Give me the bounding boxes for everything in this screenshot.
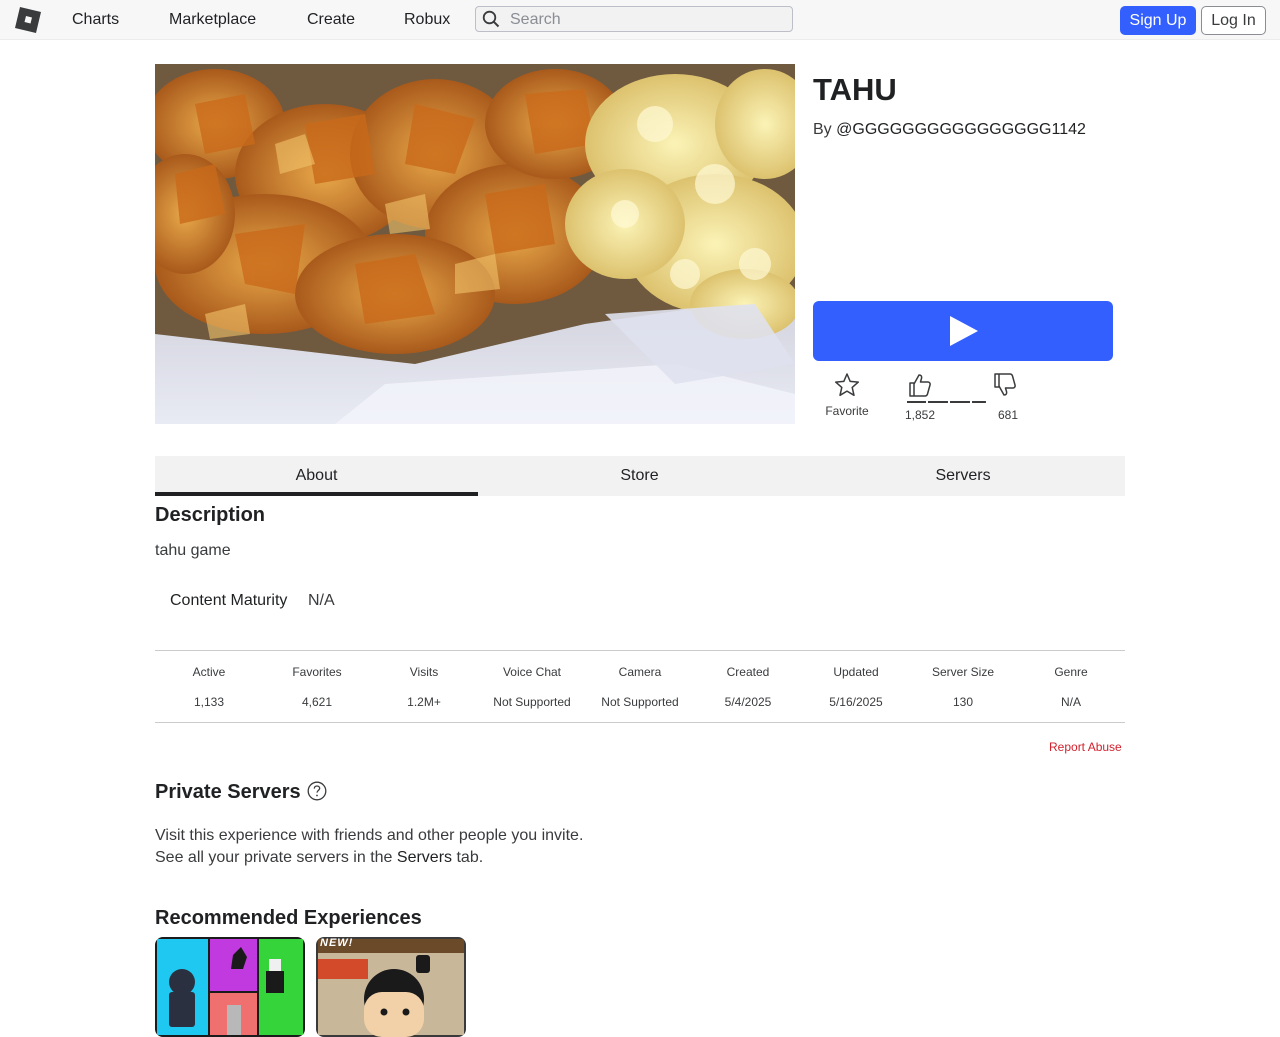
recommended-experience-card[interactable] (155, 937, 305, 1037)
new-badge: NEW! (320, 937, 354, 949)
top-navigation-bar: Charts Marketplace Create Robux Sign Up … (0, 0, 1280, 40)
description-heading: Description (155, 504, 266, 526)
nav-create-link[interactable]: Create (307, 11, 355, 29)
stat-value: 1,133 (193, 695, 225, 709)
help-icon[interactable] (307, 781, 327, 801)
private-servers-line-1: Visit this experience with friends and o… (155, 827, 584, 844)
stat-label: Camera (618, 665, 662, 679)
log-in-button[interactable]: Log In (1201, 6, 1266, 35)
game-thumbnail (155, 64, 795, 424)
line2-text-before: See all your private servers in the (155, 849, 393, 866)
stat-label: Visits (409, 665, 439, 679)
tab-bar: About Store Servers (155, 456, 1125, 496)
stat-label: Genre (1054, 665, 1088, 679)
creator-line: By @GGGGGGGGGGGGGGGG1142 (813, 121, 1086, 139)
stat-label: Active (192, 665, 226, 679)
nav-robux-link[interactable]: Robux (404, 11, 450, 29)
stat-label: Updated (833, 665, 879, 679)
line2-text-after: tab. (456, 849, 484, 866)
recommended-heading: Recommended Experiences (155, 907, 422, 929)
tab-store[interactable]: Store (478, 456, 801, 496)
report-abuse-link[interactable]: Report Abuse (1049, 740, 1122, 754)
stat-value: 4,621 (301, 695, 333, 709)
tab-servers[interactable]: Servers (801, 456, 1125, 496)
creator-link[interactable]: @GGGGGGGGGGGGGGGG1142 (836, 121, 1086, 138)
play-button[interactable] (813, 301, 1113, 361)
play-icon (950, 316, 978, 346)
nav-charts-link[interactable]: Charts (72, 11, 119, 29)
star-icon (834, 373, 860, 397)
experience-thumbnail (155, 937, 305, 1037)
recommended-experience-card[interactable]: NEW! (316, 937, 466, 1037)
stat-label: Voice Chat (502, 665, 562, 679)
servers-tab-reference: Servers (396, 849, 453, 866)
content-maturity-value: N/A (308, 592, 335, 609)
game-stats-table: Active 1,133 Favorites 4,621 Visits 1.2M… (155, 650, 1125, 723)
thumbs-down-icon (994, 373, 1016, 396)
thumbs-up-icon (909, 374, 931, 397)
stat-value: 130 (952, 695, 974, 709)
search-icon (482, 10, 500, 28)
nav-marketplace-link[interactable]: Marketplace (169, 11, 256, 29)
active-tab-indicator (155, 492, 478, 496)
search-input[interactable] (508, 9, 782, 31)
stat-value: 1.2M+ (407, 695, 441, 709)
experience-thumbnail (316, 937, 466, 1037)
by-label: By (813, 121, 832, 138)
stat-label: Created (726, 665, 770, 679)
downvote-button[interactable] (990, 372, 1020, 398)
private-servers-heading: Private Servers (155, 781, 301, 803)
favorite-label: Favorite (825, 404, 869, 418)
sign-up-button[interactable]: Sign Up (1120, 6, 1196, 35)
stat-value: Not Supported (601, 695, 679, 709)
stat-value: Not Supported (493, 695, 571, 709)
roblox-logo-icon[interactable] (14, 6, 42, 34)
stat-label: Favorites (292, 665, 342, 679)
stat-label: Server Size (931, 665, 995, 679)
downvote-count: 681 (997, 408, 1019, 422)
stat-value: 5/16/2025 (829, 695, 883, 709)
description-text: tahu game (155, 542, 231, 559)
upvote-button[interactable] (905, 372, 935, 398)
private-servers-line-2: See all your private servers in the Serv… (155, 849, 483, 867)
tab-about[interactable]: About (155, 456, 478, 496)
favorite-button[interactable]: Favorite (818, 372, 876, 418)
game-title: TAHU (813, 72, 897, 107)
stat-value: N/A (1060, 695, 1081, 709)
stat-value: 5/4/2025 (724, 695, 772, 709)
upvote-count: 1,852 (904, 408, 936, 422)
search-box[interactable] (475, 6, 793, 32)
vote-ratio-bar (907, 401, 994, 403)
content-maturity-label: Content Maturity (170, 592, 288, 609)
